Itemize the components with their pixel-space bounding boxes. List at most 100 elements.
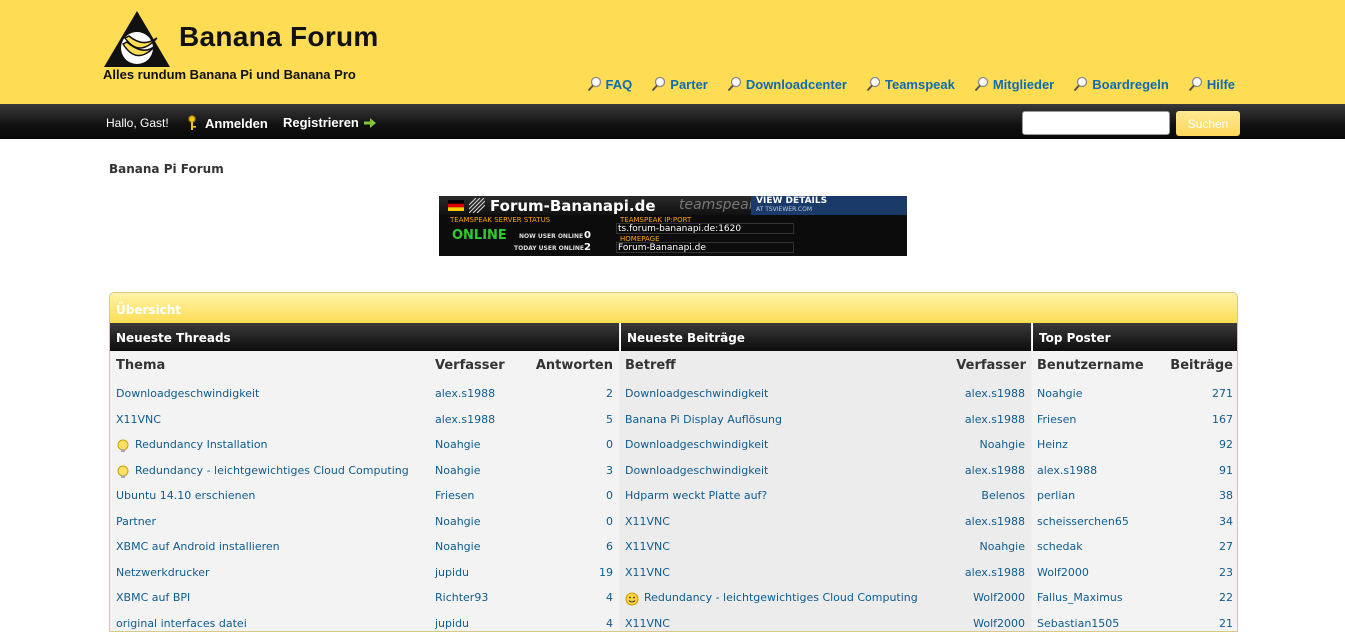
nav-partner[interactable]: Parter <box>651 76 708 92</box>
thread-link[interactable]: Redundancy Installation <box>135 438 268 451</box>
post-author[interactable]: alex.s1988 <box>965 387 1025 400</box>
post-author[interactable]: Noahgie <box>980 438 1025 451</box>
poster-name[interactable]: Friesen <box>1037 413 1076 426</box>
register-link[interactable]: Registrieren <box>283 115 376 130</box>
poster-count[interactable]: 167 <box>1212 413 1233 426</box>
poster-count[interactable]: 21 <box>1219 617 1233 630</box>
thread-link[interactable]: XBMC auf Android installieren <box>116 540 280 553</box>
nav-faq[interactable]: FAQ <box>587 76 633 92</box>
poster-name[interactable]: Sebastian1505 <box>1037 617 1119 630</box>
thread-link[interactable]: X11VNC <box>116 413 161 426</box>
thread-link[interactable]: XBMC auf BPI <box>116 591 190 604</box>
post-link[interactable]: Hdparm weckt Platte auf? <box>625 489 767 502</box>
view-details-button[interactable]: VIEW DETAILS AT TSVIEWER.COM <box>751 196 907 215</box>
thread-replies[interactable]: 0 <box>606 515 613 528</box>
post-author[interactable]: alex.s1988 <box>965 566 1025 579</box>
banana-logo-icon[interactable] <box>103 10 171 68</box>
login-link[interactable]: Anmelden <box>186 115 268 131</box>
thread-author[interactable]: Noahgie <box>435 540 480 553</box>
site-title[interactable]: Banana Forum <box>179 21 379 53</box>
poster-name[interactable]: perlian <box>1037 489 1075 502</box>
table-row: Downloadgeschwindigkeit alex.s1988 <box>620 458 1031 484</box>
thread-author[interactable]: Noahgie <box>435 515 480 528</box>
thread-author[interactable]: jupidu <box>435 617 469 630</box>
search-input[interactable] <box>1022 111 1170 135</box>
breadcrumb[interactable]: Banana Pi Forum <box>109 162 224 176</box>
nav-hilfe[interactable]: Hilfe <box>1188 76 1235 92</box>
table-row: Fallus_Maximus 22 <box>1032 585 1238 611</box>
poster-name[interactable]: alex.s1988 <box>1037 464 1097 477</box>
thread-link[interactable]: Ubuntu 14.10 erschienen <box>116 489 255 502</box>
thread-link[interactable]: Partner <box>116 515 156 528</box>
poster-name[interactable]: Fallus_Maximus <box>1037 591 1123 604</box>
post-author[interactable]: Wolf2000 <box>973 617 1025 630</box>
thread-replies[interactable]: 3 <box>606 464 613 477</box>
thread-link[interactable]: Downloadgeschwindigkeit <box>116 387 259 400</box>
nav-teamspeak[interactable]: Teamspeak <box>866 76 955 92</box>
poster-count[interactable]: 23 <box>1219 566 1233 579</box>
poster-count[interactable]: 271 <box>1212 387 1233 400</box>
post-author[interactable]: Wolf2000 <box>973 591 1025 604</box>
latest-threads-column: Neueste Threads Thema Verfasser Antworte… <box>110 323 619 631</box>
thread-replies[interactable]: 0 <box>606 489 613 502</box>
poster-count[interactable]: 34 <box>1219 515 1233 528</box>
thread-replies[interactable]: 4 <box>606 591 613 604</box>
thread-replies[interactable]: 5 <box>606 413 613 426</box>
poster-count[interactable]: 38 <box>1219 489 1233 502</box>
post-link[interactable]: Downloadgeschwindigkeit <box>625 387 768 400</box>
post-author[interactable]: Belenos <box>981 489 1025 502</box>
thread-replies[interactable]: 2 <box>606 387 613 400</box>
nav-boardregeln[interactable]: Boardregeln <box>1073 76 1169 92</box>
nav-mitglieder[interactable]: Mitglieder <box>974 76 1054 92</box>
post-author[interactable]: alex.s1988 <box>965 413 1025 426</box>
poster-name[interactable]: scheisserchen65 <box>1037 515 1129 528</box>
poster-name[interactable]: Heinz <box>1037 438 1068 451</box>
thread-author[interactable]: Richter93 <box>435 591 488 604</box>
poster-name[interactable]: schedak <box>1037 540 1083 553</box>
today-online-label: TODAY USER ONLINE <box>514 245 584 252</box>
poster-count[interactable]: 22 <box>1219 591 1233 604</box>
table-row: scheisserchen65 34 <box>1032 509 1238 535</box>
teamspeak-banner[interactable]: Forum-Bananapi.de teamspeak 3 VIEW DETAI… <box>439 196 907 256</box>
view-details-sub: AT TSVIEWER.COM <box>756 206 907 213</box>
thread-author[interactable]: alex.s1988 <box>435 413 495 426</box>
post-link[interactable]: Redundancy - leichtgewichtiges Cloud Com… <box>644 591 918 604</box>
thread-author[interactable]: Noahgie <box>435 438 480 451</box>
thread-replies[interactable]: 19 <box>599 566 613 579</box>
nav-downloadcenter[interactable]: Downloadcenter <box>727 76 847 92</box>
now-online-label: NOW USER ONLINE <box>519 233 583 240</box>
thread-replies[interactable]: 0 <box>606 438 613 451</box>
post-author[interactable]: alex.s1988 <box>965 515 1025 528</box>
smiley-icon <box>625 592 639 606</box>
post-link[interactable]: Downloadgeschwindigkeit <box>625 438 768 451</box>
table-row: XBMC auf Android installieren Noahgie 6 <box>110 534 619 560</box>
poster-count[interactable]: 27 <box>1219 540 1233 553</box>
thread-link[interactable]: original interfaces datei <box>116 617 247 630</box>
poster-name[interactable]: Wolf2000 <box>1037 566 1089 579</box>
thread-replies[interactable]: 4 <box>606 617 613 630</box>
thread-author[interactable]: Friesen <box>435 489 474 502</box>
poster-count[interactable]: 92 <box>1219 438 1233 451</box>
post-link[interactable]: X11VNC <box>625 540 670 553</box>
post-link[interactable]: Downloadgeschwindigkeit <box>625 464 768 477</box>
post-author[interactable]: Noahgie <box>980 540 1025 553</box>
thread-link[interactable]: Redundancy - leichtgewichtiges Cloud Com… <box>135 464 409 477</box>
thread-author[interactable]: Noahgie <box>435 464 480 477</box>
thread-replies[interactable]: 6 <box>606 540 613 553</box>
table-row: Netzwerkdrucker jupidu 19 <box>110 560 619 586</box>
post-author[interactable]: alex.s1988 <box>965 464 1025 477</box>
poster-count[interactable]: 91 <box>1219 464 1233 477</box>
post-link[interactable]: X11VNC <box>625 617 670 630</box>
table-row: Ubuntu 14.10 erschienen Friesen 0 <box>110 483 619 509</box>
thread-author[interactable]: jupidu <box>435 566 469 579</box>
poster-name[interactable]: Noahgie <box>1037 387 1082 400</box>
post-link[interactable]: Banana Pi Display Auflösung <box>625 413 782 426</box>
ip-value: ts.forum-bananapi.de:1620 <box>616 223 794 234</box>
key-icon <box>186 115 198 131</box>
search-button[interactable]: Suchen <box>1176 111 1240 136</box>
thread-link[interactable]: Netzwerkdrucker <box>116 566 210 579</box>
post-link[interactable]: X11VNC <box>625 515 670 528</box>
register-label: Registrieren <box>283 115 359 130</box>
thread-author[interactable]: alex.s1988 <box>435 387 495 400</box>
post-link[interactable]: X11VNC <box>625 566 670 579</box>
